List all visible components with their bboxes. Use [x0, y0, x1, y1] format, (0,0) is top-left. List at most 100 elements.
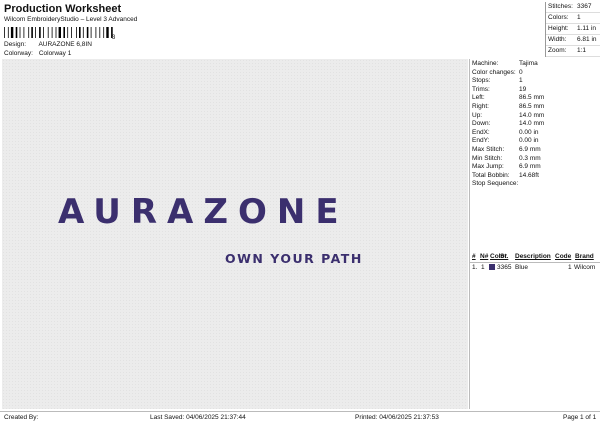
software-subtitle: Wilcom EmbroideryStudio – Level 3 Advanc… [4, 16, 138, 23]
seq-n: 1 [481, 264, 485, 271]
machine-row: Down: 14.0 mm [472, 120, 544, 128]
design-value: AURAZONE 6,8IN [38, 41, 92, 48]
machine-label: Max Stitch: [472, 146, 505, 153]
machine-row: Max Stitch: 6.9 mm [472, 146, 541, 154]
stat-label: Zoom: [548, 47, 567, 54]
barcode-bar [71, 27, 72, 38]
machine-value: 6.9 mm [519, 163, 541, 171]
seq-code: 1 [568, 264, 572, 271]
machine-row: Min Stitch: 0.3 mm [472, 155, 541, 163]
machine-label: Trims: [472, 85, 490, 93]
barcode-bar [55, 27, 57, 38]
barcode [4, 27, 113, 38]
design-canvas[interactable] [2, 59, 468, 409]
seq-brand: Wilcom [574, 264, 596, 271]
machine-value: 6.9 mm [519, 146, 541, 153]
barcode-bar [19, 27, 21, 38]
barcode-bar [10, 27, 14, 38]
machine-label: Stops: [472, 77, 491, 85]
barcode-bar [58, 27, 61, 38]
seq-col-code: Code [555, 253, 572, 260]
machine-row: Trims: 19 [472, 86, 526, 94]
barcode-bar [106, 27, 109, 38]
machine-label: EndX: [472, 128, 490, 136]
stat-value: 1.11 in [577, 25, 597, 32]
machine-value: 14.68ft [519, 171, 539, 179]
barcode-bar [99, 27, 101, 38]
barcode-bar [82, 27, 84, 38]
barcode-number: 3 [112, 35, 116, 41]
barcode-bar [103, 27, 105, 38]
barcode-bar [76, 27, 77, 38]
machine-value: 14.0 mm [519, 111, 545, 119]
created-by: Created By: [4, 414, 39, 421]
barcode-bar [47, 27, 49, 38]
printed-date: Printed: 04/06/2025 21:37:53 [355, 414, 439, 421]
machine-row: EndY: 0.00 in [472, 137, 539, 145]
stat-row: Colors: 1 [546, 13, 600, 24]
seq-col-brand: Brand [575, 253, 594, 260]
stat-label: Stitches: [548, 3, 573, 10]
barcode-bar [31, 27, 33, 38]
machine-row: Machine: Tajima [472, 60, 538, 68]
machine-label: Min Stitch: [472, 154, 503, 162]
machine-value: Tajima [519, 60, 538, 67]
machine-label: Stop Sequence: [472, 180, 519, 188]
machine-label: EndY: [472, 137, 490, 145]
stat-row: Width: 6.81 in [546, 35, 600, 46]
machine-row: Color changes: 0 [472, 69, 523, 77]
barcode-bar [79, 27, 81, 38]
machine-value: 0.00 in [519, 128, 539, 136]
machine-info-panel: Machine: Tajima Color changes: 0 Stops: 1 Trim… [469, 59, 600, 409]
seq-num: 1. [472, 264, 478, 271]
machine-value: 19 [519, 85, 527, 93]
machine-label: Right: [472, 103, 489, 110]
seq-col-description: Description [515, 253, 551, 260]
stat-row: Zoom: 1:1 [546, 46, 600, 57]
machine-value: 86.5 mm [519, 94, 545, 102]
machine-value: 0.3 mm [519, 154, 541, 162]
machine-label: Up: [472, 111, 483, 119]
machine-value: 0.00 in [519, 137, 539, 145]
seq-col-num: # [472, 253, 476, 260]
barcode-bar [23, 27, 25, 38]
design-row: Design: AURAZONE 6,8IN [4, 41, 92, 48]
stat-value: 3367 [577, 3, 592, 10]
stop-sequence-header: # N# Color St. Description Code Brand [470, 253, 600, 263]
stat-label: Height: [548, 25, 569, 32]
seq-stitches: 3365 [497, 264, 512, 271]
machine-row: Up: 14.0 mm [472, 112, 544, 120]
stat-label: Colors: [548, 14, 569, 21]
machine-row: Left: 86.5 mm [472, 94, 544, 102]
barcode-bar [90, 27, 92, 38]
machine-row: Max Jump: 6.9 mm [472, 163, 541, 171]
stat-value: 1:1 [577, 47, 587, 54]
machine-row: Total Bobbin: 14.68ft [472, 172, 539, 180]
thread-color-swatch [489, 264, 495, 270]
machine-label: Color changes: [472, 68, 516, 76]
machine-label: Left: [472, 94, 485, 102]
barcode-bar [63, 27, 65, 38]
machine-value: 1 [519, 77, 523, 85]
stat-label: Width: [548, 36, 567, 43]
machine-label: Machine: [472, 60, 499, 67]
barcode-bar [15, 27, 18, 38]
barcode-bar [7, 27, 9, 38]
design-label: Design: [4, 41, 27, 48]
stat-row: Stitches: 3367 [546, 2, 600, 13]
colorway-label: Colorway: [4, 50, 33, 57]
seq-description: Blue [515, 264, 529, 271]
barcode-bar [67, 27, 69, 38]
page-number: Page 1 of 1 [563, 414, 597, 421]
machine-label: Max Jump: [472, 163, 504, 171]
seq-col-n: N# [480, 253, 489, 260]
machine-row: Stops: 1 [472, 77, 523, 85]
seq-col-stitches: St. [500, 253, 509, 260]
worksheet-title: Production Worksheet [4, 3, 122, 15]
machine-label: Down: [472, 120, 491, 128]
machine-value: 14.0 mm [519, 120, 545, 128]
design-tagline: OWN YOUR PATH [225, 251, 363, 266]
machine-label: Total Bobbin: [472, 171, 510, 179]
machine-value: 0 [519, 68, 523, 76]
machine-row: Right: 86.5 mm [472, 103, 544, 111]
